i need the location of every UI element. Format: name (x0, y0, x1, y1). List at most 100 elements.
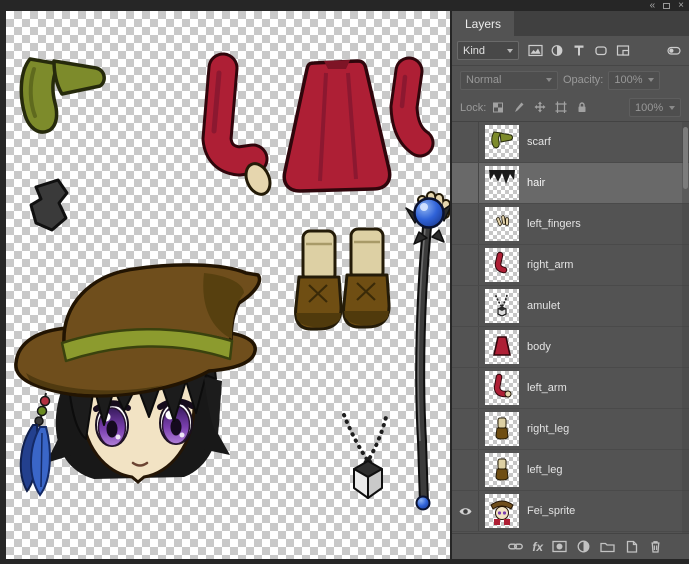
lock-label: Lock: (460, 102, 486, 114)
lock-transparency-button[interactable] (488, 98, 507, 117)
layer-filter-toggle-icon (667, 44, 681, 57)
lock-position-icon (534, 101, 546, 114)
layer-thumbnail[interactable] (485, 166, 519, 200)
head-sprite (16, 265, 260, 495)
blend-mode-row: Normal Opacity: 100% (452, 66, 689, 94)
layer-thumbnail[interactable] (485, 289, 519, 323)
type-filter-icon (572, 44, 586, 57)
layer-row-scarf[interactable]: scarf (452, 122, 689, 163)
glove-sprite (31, 180, 67, 230)
visibility-toggle[interactable] (452, 409, 479, 449)
layer-thumbnail[interactable] (485, 207, 519, 241)
layer-thumbnail[interactable] (485, 453, 519, 487)
layers-bottom-toolbar: fx (452, 533, 689, 559)
layer-thumbnail[interactable] (485, 125, 519, 159)
visibility-toggle[interactable] (452, 286, 479, 326)
visibility-toggle[interactable] (452, 163, 479, 203)
layer-row-body[interactable]: body (452, 327, 689, 368)
layer-list: scarf hair (452, 122, 689, 533)
legs-sprite (296, 229, 389, 329)
lock-frame-icon (555, 101, 567, 114)
layer-name: amulet (527, 300, 560, 312)
layer-row-left-leg[interactable]: left_leg (452, 450, 689, 491)
collapse-panels-icon[interactable]: « (650, 1, 656, 10)
layer-mask-button[interactable] (552, 539, 567, 554)
lock-frame-button[interactable] (551, 98, 570, 117)
delete-layer-button[interactable] (648, 539, 663, 554)
shape-layer-filter-button[interactable] (591, 41, 611, 60)
eye-icon (458, 506, 473, 517)
layer-thumbnail[interactable] (485, 330, 519, 364)
layer-name: left_fingers (527, 218, 581, 230)
lock-transparency-icon (492, 101, 504, 114)
lock-pixels-button[interactable] (509, 98, 528, 117)
shape-filter-icon (594, 44, 608, 57)
layer-filter-bar: Kind (452, 36, 689, 66)
visibility-toggle[interactable] (452, 450, 479, 490)
pixel-layer-filter-icon (528, 44, 543, 57)
titlebar: « × (0, 0, 689, 11)
fill-select[interactable]: 100% (629, 98, 681, 117)
visibility-toggle[interactable] (452, 368, 479, 408)
body-sprite (284, 60, 389, 191)
layers-scrollbar[interactable] (682, 122, 689, 533)
layer-row-right-arm[interactable]: right_arm (452, 245, 689, 286)
kind-label: Kind (463, 45, 485, 57)
layer-thumbnail[interactable] (485, 412, 519, 446)
lock-all-button[interactable] (572, 98, 591, 117)
new-group-button[interactable] (600, 539, 615, 554)
new-layer-button[interactable] (624, 539, 639, 554)
layer-name: right_leg (527, 423, 569, 435)
visibility-toggle[interactable] (452, 245, 479, 285)
pixel-layer-filter-button[interactable] (525, 41, 545, 60)
layer-thumbnail[interactable] (485, 371, 519, 405)
dock-box-icon[interactable] (663, 3, 670, 9)
opacity-value: 100% (614, 74, 642, 86)
layer-thumbnail[interactable] (485, 248, 519, 282)
layer-row-right-leg[interactable]: right_leg (452, 409, 689, 450)
adjustment-layer-filter-button[interactable] (547, 41, 567, 60)
link-layers-icon (508, 539, 523, 554)
layer-style-fx-icon: fx (532, 541, 543, 553)
link-layers-button[interactable] (508, 539, 523, 554)
lock-position-button[interactable] (530, 98, 549, 117)
layers-panel: Layers Kind (452, 11, 689, 559)
opacity-label: Opacity: (563, 74, 603, 86)
smart-object-filter-icon (616, 44, 630, 57)
kind-filter-select[interactable]: Kind (457, 41, 519, 60)
layer-thumbnail[interactable] (485, 494, 519, 528)
visibility-toggle[interactable] (452, 327, 479, 367)
layer-row-left-fingers[interactable]: left_fingers (452, 204, 689, 245)
left-arm-sprite (214, 68, 275, 198)
adjustment-fill-button[interactable] (576, 539, 591, 554)
layer-name: scarf (527, 136, 551, 148)
layer-row-amulet[interactable]: amulet (452, 286, 689, 327)
adjustment-fill-icon (576, 539, 591, 554)
layer-name: Fei_sprite (527, 505, 575, 517)
amulet-sprite (344, 413, 387, 498)
layer-style-button[interactable]: fx (532, 541, 543, 553)
tab-layers[interactable]: Layers (452, 11, 514, 36)
right-arm-sprite (402, 71, 420, 143)
chevron-down-icon (648, 78, 654, 82)
layer-row-left-arm[interactable]: left_arm (452, 368, 689, 409)
layer-row-hair[interactable]: hair (452, 163, 689, 204)
close-icon[interactable]: × (678, 1, 684, 10)
type-layer-filter-button[interactable] (569, 41, 589, 60)
blend-mode-select[interactable]: Normal (460, 71, 558, 90)
layer-name: right_arm (527, 259, 573, 271)
canvas[interactable] (6, 11, 450, 559)
layer-name: hair (527, 177, 545, 189)
workspace: Layers Kind (0, 11, 689, 564)
lock-row: Lock: (452, 94, 689, 122)
smart-object-filter-button[interactable] (613, 41, 633, 60)
opacity-select[interactable]: 100% (608, 71, 660, 90)
visibility-toggle[interactable] (452, 491, 479, 531)
layer-filter-toggle[interactable] (664, 41, 684, 60)
visibility-toggle[interactable] (452, 204, 479, 244)
visibility-toggle[interactable] (452, 122, 479, 162)
staff-sprite (406, 199, 450, 510)
layer-row-fei-sprite[interactable]: Fei_sprite (452, 491, 689, 532)
fill-value: 100% (635, 102, 663, 114)
scrollbar-thumb[interactable] (683, 127, 688, 189)
